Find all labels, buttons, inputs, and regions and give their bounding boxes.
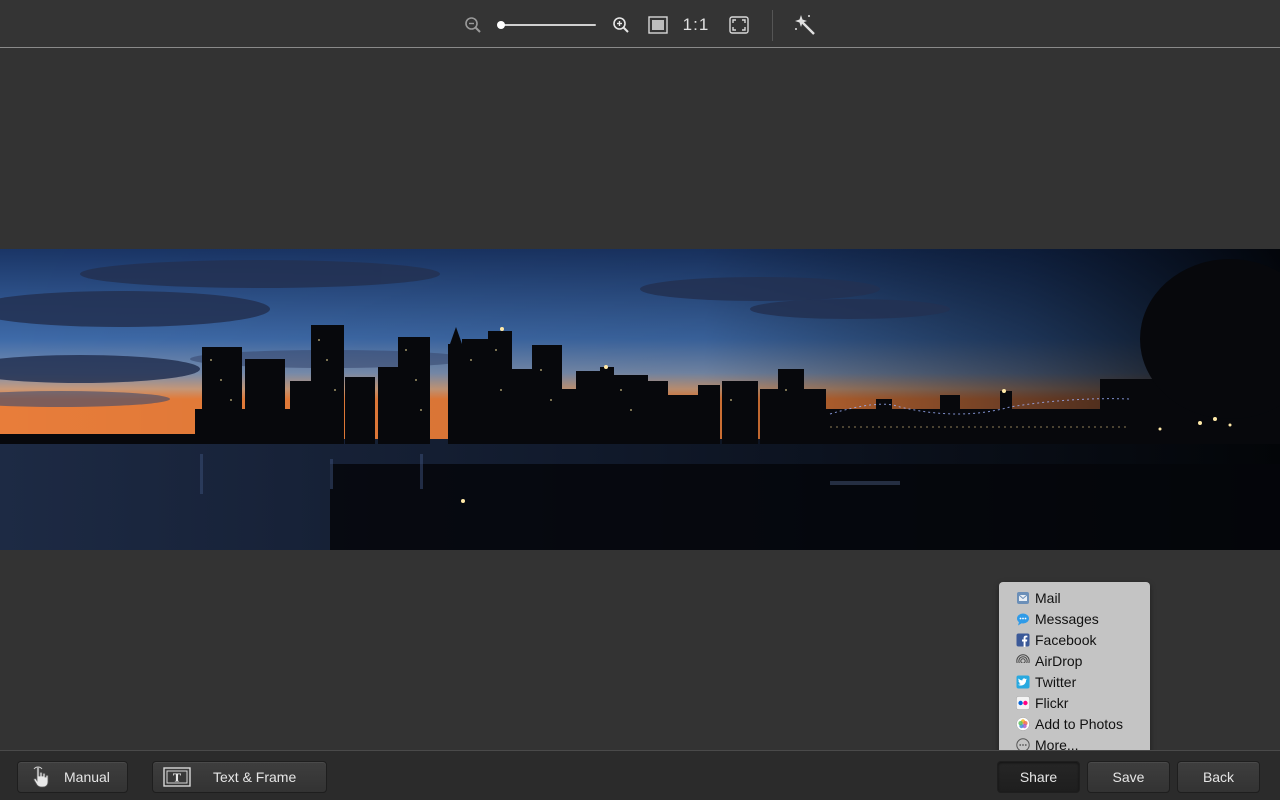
zoom-slider-knob[interactable] bbox=[497, 21, 505, 29]
facebook-icon bbox=[1016, 633, 1030, 647]
twitter-icon bbox=[1016, 675, 1030, 689]
share-item-label: Facebook bbox=[1035, 631, 1097, 648]
share-item-airdrop[interactable]: AirDrop bbox=[999, 650, 1150, 671]
photos-icon bbox=[1016, 716, 1030, 731]
share-item-add-to-photos[interactable]: Add to Photos bbox=[999, 713, 1150, 734]
mail-icon bbox=[1016, 591, 1030, 605]
text-frame-label: Text & Frame bbox=[213, 769, 297, 785]
text-frame-button[interactable]: T Text & Frame bbox=[152, 761, 327, 793]
share-menu: Mail Messages Facebook AirDrop Twitter F… bbox=[999, 582, 1150, 758]
share-item-label: AirDrop bbox=[1035, 652, 1083, 669]
manual-label: Manual bbox=[64, 769, 110, 785]
hand-pointer-icon bbox=[30, 765, 54, 789]
toolbar-divider bbox=[772, 10, 773, 41]
share-item-messages[interactable]: Messages bbox=[999, 608, 1150, 629]
zoom-out-icon[interactable] bbox=[463, 12, 483, 38]
share-item-label: Flickr bbox=[1035, 694, 1069, 711]
share-item-label: Twitter bbox=[1035, 673, 1077, 690]
svg-text:T: T bbox=[173, 772, 182, 785]
zoom-slider[interactable] bbox=[497, 21, 596, 29]
share-item-mail[interactable]: Mail bbox=[999, 587, 1150, 608]
top-toolbar: 1:1 bbox=[0, 0, 1280, 48]
save-button[interactable]: Save bbox=[1087, 761, 1170, 793]
airdrop-icon bbox=[1016, 653, 1030, 668]
fit-icon[interactable] bbox=[646, 12, 670, 38]
magic-wand-icon[interactable] bbox=[792, 12, 818, 38]
zoom-in-icon[interactable] bbox=[610, 12, 632, 38]
skyline-image bbox=[0, 249, 1280, 550]
panorama-photo bbox=[0, 249, 1280, 550]
fullscreen-icon[interactable] bbox=[727, 12, 751, 38]
actual-size-button[interactable]: 1:1 bbox=[680, 12, 712, 38]
share-item-twitter[interactable]: Twitter bbox=[999, 671, 1150, 692]
flickr-icon bbox=[1016, 695, 1030, 710]
share-item-facebook[interactable]: Facebook bbox=[999, 629, 1150, 650]
share-item-label: Add to Photos bbox=[1035, 715, 1123, 732]
bottom-toolbar: Manual T Text & Frame Share Save Back bbox=[0, 750, 1280, 800]
text-frame-icon: T bbox=[163, 767, 191, 787]
back-button[interactable]: Back bbox=[1177, 761, 1260, 793]
share-item-label: Mail bbox=[1035, 589, 1061, 606]
manual-button[interactable]: Manual bbox=[17, 761, 128, 793]
messages-icon bbox=[1016, 612, 1030, 626]
share-item-label: Messages bbox=[1035, 610, 1099, 627]
share-item-flickr[interactable]: Flickr bbox=[999, 692, 1150, 713]
share-button[interactable]: Share bbox=[997, 761, 1080, 793]
